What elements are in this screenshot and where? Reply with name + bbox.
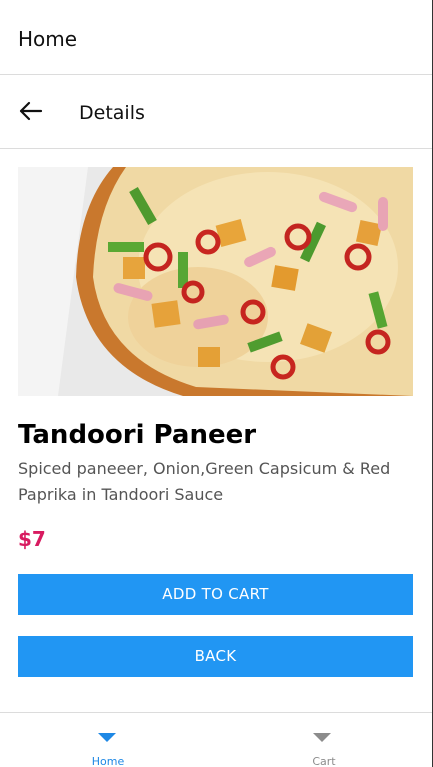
nav-item-label: Home — [91, 755, 125, 767]
bottom-nav: Home Cart — [0, 712, 432, 767]
add-to-cart-button[interactable]: ADD TO CART — [18, 574, 413, 615]
product-price: $7 — [18, 527, 46, 551]
product-name: Tandoori Paneer — [18, 420, 257, 450]
nav-item-label: Cart — [312, 755, 336, 767]
product-description: Spiced paneeer, Onion,Green Capsicum & R… — [18, 459, 391, 504]
app-header: Home — [0, 0, 432, 75]
arrow-left-icon[interactable] — [18, 99, 44, 123]
page-title: Home — [18, 27, 78, 51]
nav-item-home[interactable]: Home — [0, 713, 216, 767]
details-bar: Details — [0, 75, 432, 149]
triangle-down-icon — [313, 733, 331, 742]
product-image — [18, 167, 413, 396]
app-frame: Home Details Tandoori Paneer Spiced pane… — [0, 0, 433, 767]
details-title: Details — [79, 102, 145, 124]
nav-item-cart[interactable]: Cart — [216, 713, 432, 767]
triangle-down-icon — [98, 733, 116, 742]
back-button[interactable]: BACK — [18, 636, 413, 677]
